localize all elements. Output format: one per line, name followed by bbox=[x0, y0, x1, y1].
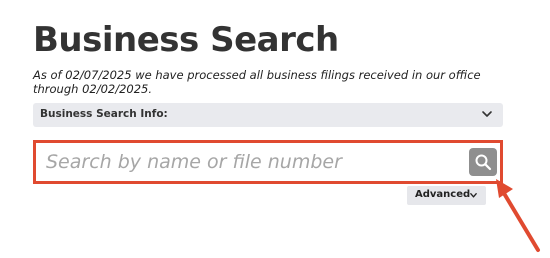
annotation-arrow bbox=[496, 179, 540, 252]
processing-notice: As of 02/07/2025 we have processed all b… bbox=[33, 68, 481, 96]
search-icon bbox=[475, 154, 492, 171]
business-search-info-label: Business Search Info: bbox=[40, 108, 168, 120]
search-input[interactable] bbox=[46, 143, 456, 181]
search-box-highlight bbox=[33, 140, 503, 184]
chevron-down-icon bbox=[470, 193, 477, 198]
advanced-button[interactable]: Advanced bbox=[407, 186, 486, 205]
chevron-down-icon bbox=[482, 111, 492, 117]
business-search-info-dropdown[interactable]: Business Search Info: bbox=[33, 103, 503, 127]
advanced-label: Advanced bbox=[415, 189, 471, 200]
page-title: Business Search bbox=[33, 20, 339, 60]
